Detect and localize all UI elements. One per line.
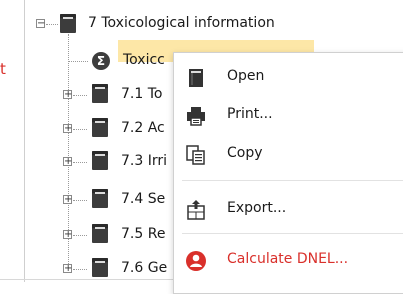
panel-divider (24, 0, 25, 282)
menu-item-open[interactable]: Open (174, 61, 403, 93)
tree-item-selected[interactable]: Toxicc (123, 52, 165, 68)
menu-label: Export... (227, 200, 287, 216)
tree-item-label[interactable]: 7.4 Se (121, 191, 165, 207)
tree-item-label[interactable]: 7.2 Ac (121, 120, 165, 136)
expand-icon[interactable]: + (63, 230, 72, 240)
book-icon (92, 151, 108, 170)
copy-icon (185, 144, 207, 166)
expand-icon[interactable]: + (63, 195, 72, 205)
tree-item-label[interactable]: 7.6 Ge (121, 260, 167, 276)
context-menu: Open Print... Copy Export... Calculate D… (173, 52, 403, 294)
tree-item-label[interactable]: 7.5 Re (121, 226, 165, 242)
menu-item-calculate-dnel[interactable]: Calculate DNEL... (174, 244, 403, 276)
menu-item-copy[interactable]: Copy (174, 138, 403, 170)
book-icon (92, 258, 108, 277)
collapse-expander[interactable]: − (36, 19, 45, 29)
expand-icon[interactable]: + (63, 124, 72, 134)
menu-label: Open (227, 68, 265, 84)
menu-label: Print... (227, 106, 273, 122)
tree-item-label[interactable]: 7.1 To (121, 86, 162, 102)
book-icon (92, 224, 108, 243)
menu-label: Calculate DNEL... (227, 251, 349, 267)
left-panel-text-fragment: t (0, 60, 6, 78)
menu-item-export[interactable]: Export... (174, 193, 403, 225)
menu-item-print[interactable]: Print... (174, 99, 403, 131)
menu-separator (182, 180, 403, 181)
person-icon (185, 250, 207, 272)
expand-icon[interactable]: + (63, 90, 72, 100)
book-icon (92, 84, 108, 103)
book-icon (92, 189, 108, 208)
export-icon (185, 199, 207, 221)
printer-icon (185, 105, 207, 127)
tree-item-label[interactable]: 7.3 Irri (121, 153, 167, 169)
expand-icon[interactable]: + (63, 264, 72, 274)
book-icon (185, 67, 207, 89)
section-book-icon (60, 14, 76, 33)
menu-separator (182, 233, 403, 234)
menu-label: Copy (227, 145, 263, 161)
expand-icon[interactable]: + (63, 157, 72, 167)
summary-sigma-icon: Σ (92, 52, 110, 70)
book-icon (92, 118, 108, 137)
section-title[interactable]: 7 Toxicological information (88, 15, 275, 31)
